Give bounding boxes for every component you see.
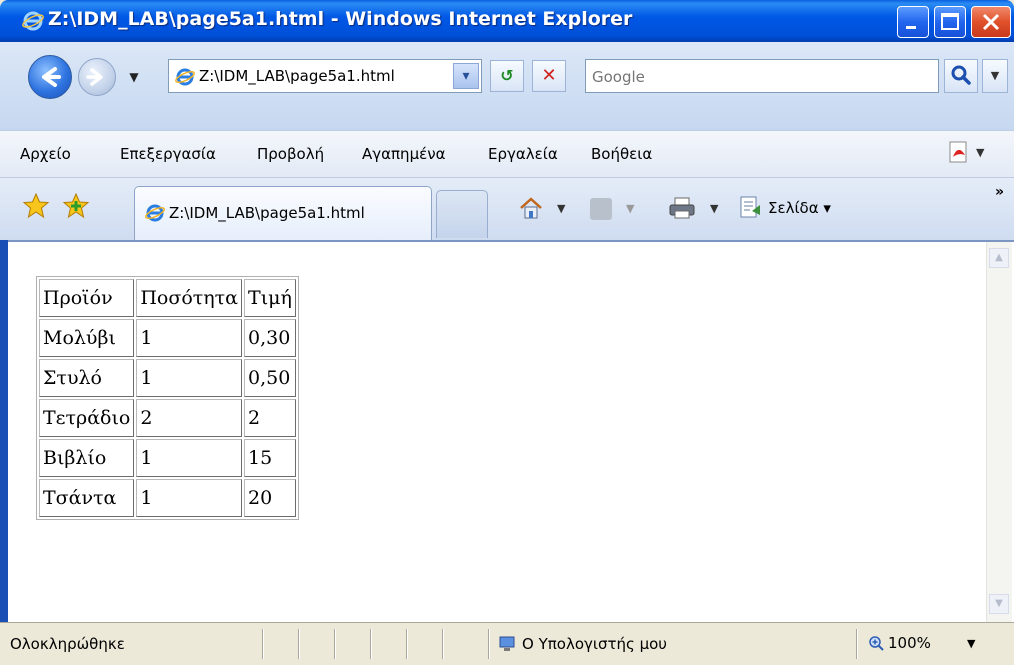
table-header-row: Προϊόν Ποσότητα Τιμή <box>39 279 296 317</box>
menu-help[interactable]: Βοήθεια <box>591 145 652 163</box>
search-box[interactable] <box>585 59 939 93</box>
menu-favorites[interactable]: Αγαπημένα <box>362 145 445 163</box>
menu-edit[interactable]: Επεξεργασία <box>120 145 216 163</box>
ie-icon <box>145 204 165 222</box>
status-divider <box>488 629 490 659</box>
forward-button[interactable] <box>78 58 116 96</box>
home-dropdown[interactable]: ▼ <box>557 202 565 215</box>
table-cell: 2 <box>244 399 296 437</box>
maximize-button[interactable] <box>934 6 966 38</box>
minimize-button[interactable] <box>897 6 929 38</box>
tab-label: Z:\IDM_LAB\page5a1.html <box>169 204 365 222</box>
stop-button[interactable]: ✕ <box>532 60 566 92</box>
chevron-more-icon[interactable]: » <box>995 184 1004 200</box>
page-icon[interactable] <box>738 195 762 221</box>
status-bar: Ολοκληρώθηκε Ο Υπολογιστής μου 100% ▼ <box>0 622 1014 665</box>
header-cell: Προϊόν <box>39 279 135 317</box>
address-text[interactable]: Z:\IDM_LAB\page5a1.html <box>199 67 395 85</box>
search-icon <box>951 65 971 85</box>
history-dropdown[interactable]: ▼ <box>124 70 144 84</box>
print-icon[interactable] <box>668 196 696 220</box>
table-row: Στυλό 1 0,50 <box>39 359 296 397</box>
menu-bar: Αρχείο Επεξεργασία Προβολή Αγαπημένα Εργ… <box>0 130 1014 178</box>
address-dropdown[interactable]: ▾ <box>453 63 479 89</box>
pdf-dropdown[interactable]: ▼ <box>976 146 984 159</box>
search-button[interactable] <box>944 59 978 93</box>
table-cell: 1 <box>136 319 243 357</box>
table-cell: Βιβλίο <box>39 439 135 477</box>
vertical-scrollbar[interactable]: ▲ ▼ <box>986 242 1012 622</box>
back-arrow-icon <box>42 67 61 87</box>
forward-arrow-icon <box>86 68 103 86</box>
favorites-star-icon[interactable] <box>22 192 50 220</box>
table-row: Βιβλίο 1 15 <box>39 439 296 477</box>
status-text: Ολοκληρώθηκε <box>10 635 125 653</box>
ie-icon <box>22 11 44 31</box>
ie-icon <box>175 68 195 86</box>
zoom-dropdown[interactable]: ▼ <box>967 637 975 650</box>
zoom-icon <box>869 636 884 651</box>
scroll-up-button[interactable]: ▲ <box>989 248 1009 268</box>
table-row: Μολύβι 1 0,30 <box>39 319 296 357</box>
tab-page5a1[interactable]: Z:\IDM_LAB\page5a1.html <box>134 186 432 240</box>
stop-icon: ✕ <box>541 65 557 86</box>
minimize-icon <box>906 26 916 29</box>
table-cell: Στυλό <box>39 359 135 397</box>
table-cell: 1 <box>136 439 243 477</box>
print-dropdown[interactable]: ▼ <box>710 202 718 215</box>
scroll-down-button[interactable]: ▼ <box>989 594 1009 614</box>
table-cell: 1 <box>136 479 243 517</box>
status-divider <box>442 629 444 659</box>
search-input[interactable] <box>590 62 934 92</box>
maximize-icon <box>941 13 959 30</box>
add-favorite-icon[interactable] <box>62 192 90 220</box>
refresh-button[interactable]: ↺ <box>490 60 524 92</box>
title-bar[interactable]: Z:\IDM_LAB\page5a1.html - Windows Intern… <box>0 0 1014 42</box>
table-cell: 0,50 <box>244 359 296 397</box>
table-row: Τσάντα 1 20 <box>39 479 296 517</box>
status-divider <box>406 629 408 659</box>
menu-view[interactable]: Προβολή <box>257 145 324 163</box>
refresh-icon: ↺ <box>500 66 514 85</box>
feed-dropdown[interactable]: ▼ <box>626 202 634 215</box>
table-cell: 0,30 <box>244 319 296 357</box>
close-button[interactable] <box>971 6 1011 38</box>
menu-file[interactable]: Αρχείο <box>20 145 71 163</box>
feed-icon[interactable] <box>590 198 612 220</box>
security-zone[interactable]: Ο Υπολογιστής μου <box>522 635 667 653</box>
close-icon <box>982 13 1000 31</box>
header-cell: Ποσότητα <box>136 279 243 317</box>
table-cell: Μολύβι <box>39 319 135 357</box>
computer-icon <box>499 636 515 651</box>
address-bar[interactable]: Z:\IDM_LAB\page5a1.html ▾ <box>168 59 482 93</box>
table-cell: 2 <box>136 399 243 437</box>
pdf-icon[interactable] <box>946 139 972 165</box>
menu-tools[interactable]: Εργαλεία <box>488 145 558 163</box>
window-title: Z:\IDM_LAB\page5a1.html - Windows Intern… <box>48 8 633 30</box>
back-button[interactable] <box>28 55 72 99</box>
status-divider <box>298 629 300 659</box>
search-options-dropdown[interactable]: ▼ <box>982 59 1008 93</box>
window-frame-left <box>0 240 8 665</box>
new-tab-button[interactable] <box>436 190 488 238</box>
table-cell: 15 <box>244 439 296 477</box>
home-icon[interactable] <box>518 195 544 221</box>
table-cell: Τσάντα <box>39 479 135 517</box>
zoom-level[interactable]: 100% <box>888 634 931 652</box>
status-divider <box>856 629 858 659</box>
table-cell: 1 <box>136 359 243 397</box>
header-cell: Τιμή <box>244 279 296 317</box>
page-menu-button[interactable]: Σελίδα ▾ <box>768 199 831 217</box>
status-divider <box>262 629 264 659</box>
browser-window: Z:\IDM_LAB\page5a1.html - Windows Intern… <box>0 0 1014 665</box>
table-cell: Τετράδιο <box>39 399 135 437</box>
table-cell: 20 <box>244 479 296 517</box>
status-divider <box>370 629 372 659</box>
product-table: Προϊόν Ποσότητα Τιμή Μολύβι 1 0,30 Στυλό… <box>36 276 299 520</box>
table-row: Τετράδιο 2 2 <box>39 399 296 437</box>
status-divider <box>334 629 336 659</box>
